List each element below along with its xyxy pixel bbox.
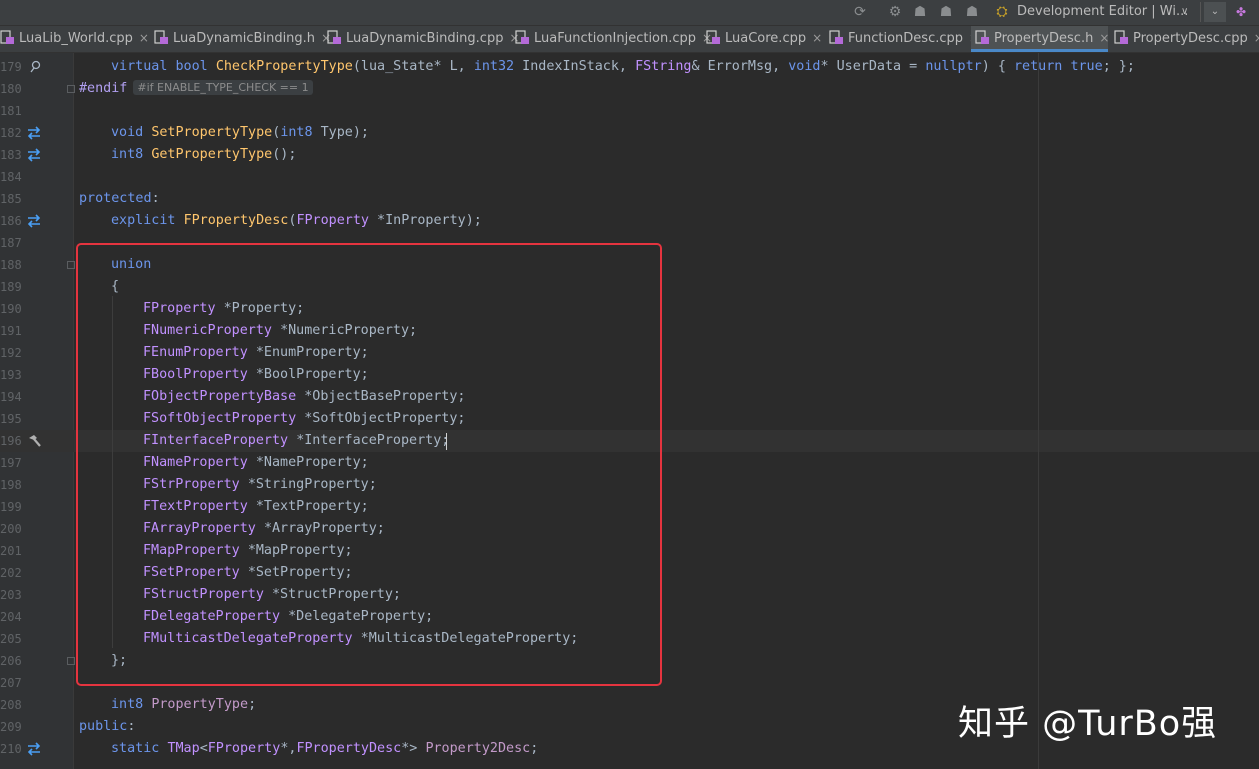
dropdown-button[interactable]: ⌄ [1204, 2, 1226, 22]
tab-label: LuaFunctionInjection.cpp [534, 31, 697, 46]
tab-luadynamicbinding-cpp[interactable]: LuaDynamicBinding.cpp × [323, 26, 520, 52]
highlight-annotation-box [76, 243, 662, 686]
line-number: 180 [0, 82, 22, 96]
editor-tab-bar: LuaLib_World.cpp × LuaDynamicBinding.h × Lua… [0, 26, 1259, 53]
line-number: 193 [0, 368, 22, 382]
cpp-file-icon [975, 30, 989, 44]
tab-propertydesc-cpp[interactable]: PropertyDesc.cpp × [1110, 26, 1259, 52]
fold-marker-icon[interactable] [67, 657, 75, 665]
cpp-file-icon [327, 30, 341, 44]
tab-label: LuaDynamicBinding.cpp [346, 31, 504, 46]
fold-marker-icon[interactable] [67, 85, 75, 93]
line-number: 181 [0, 104, 22, 118]
code-line-209[interactable]: public: [79, 716, 135, 738]
tab-label: LuaCore.cpp [725, 31, 807, 46]
toolbar-divider [1200, 2, 1201, 22]
tab-label: LuaLib_World.cpp [19, 31, 133, 46]
line-number: 185 [0, 192, 22, 206]
run-configuration-selector[interactable]: Development Editor | Wi... [1017, 0, 1188, 25]
close-icon[interactable]: × [1254, 31, 1259, 45]
line-number: 184 [0, 170, 22, 184]
line-number: 207 [0, 676, 22, 690]
build-icon[interactable]: ⚙ [886, 3, 904, 21]
line-number: 206 [0, 654, 22, 668]
line-number: 189 [0, 280, 22, 294]
close-icon[interactable]: × [139, 31, 149, 45]
cpp-file-icon [154, 30, 168, 44]
line-number: 200 [0, 522, 22, 536]
code-line-186[interactable]: explicit FPropertyDesc(FProperty *InProp… [111, 210, 482, 232]
line-number: 208 [0, 698, 22, 712]
debug-icon[interactable]: ☗ [911, 3, 929, 21]
top-toolbar: ⟳ ⚙ ☗ ☗ ☗ ⛭ Development Editor | Wi... ∨… [0, 0, 1259, 26]
tab-propertydesc-h[interactable]: PropertyDesc.h × [971, 26, 1109, 52]
line-number: 186 [0, 214, 22, 228]
preprocessor-hint: #if ENABLE_TYPE_CHECK == 1 [133, 80, 313, 95]
tab-functiondesc-cpp[interactable]: FunctionDesc.cpp× [825, 26, 979, 52]
tab-label: LuaDynamicBinding.h [173, 31, 316, 46]
tab-luacore-cpp[interactable]: LuaCore.cpp × [702, 26, 822, 52]
text-cursor [446, 433, 447, 450]
navigate-implementation-icon[interactable] [26, 213, 42, 229]
line-number: 190 [0, 302, 22, 316]
close-icon[interactable]: × [1099, 31, 1109, 45]
unreal-icon: ⛭ [996, 4, 1008, 20]
code-line-208[interactable]: int8 PropertyType; [111, 694, 256, 716]
close-icon[interactable]: × [812, 31, 822, 45]
cpp-file-icon [706, 30, 720, 44]
line-number: 201 [0, 544, 22, 558]
code-line-210[interactable]: static TMap<FProperty*,FPropertyDesc*> P… [111, 738, 538, 760]
navigate-implementation-icon[interactable] [26, 147, 42, 163]
line-number: 210 [0, 742, 22, 756]
code-line-179[interactable]: virtual bool CheckPropertyType(lua_State… [111, 56, 1135, 78]
tab-luafunctioninjection-cpp[interactable]: LuaFunctionInjection.cpp × [511, 26, 712, 52]
run-config-icon[interactable]: ☗ [963, 3, 981, 21]
plugin-icon[interactable]: ✤ [1236, 0, 1246, 24]
line-number: 196 [0, 434, 22, 448]
cpp-file-icon [829, 30, 843, 44]
hammer-icon[interactable] [26, 433, 42, 449]
line-number: 179 [0, 60, 22, 74]
line-number: 202 [0, 566, 22, 580]
line-number: 195 [0, 412, 22, 426]
tab-label: FunctionDesc.cpp [848, 31, 964, 46]
line-number: 187 [0, 236, 22, 250]
code-line-182[interactable]: void SetPropertyType(int8 Type); [111, 122, 369, 144]
line-number: 182 [0, 126, 22, 140]
navigate-implementation-icon[interactable] [26, 125, 42, 141]
line-number: 209 [0, 720, 22, 734]
cpp-file-icon [515, 30, 529, 44]
watermark: 知乎 @TurBo强 [958, 704, 1218, 744]
line-number: 199 [0, 500, 22, 514]
chevron-down-icon[interactable]: ∨ [1181, 0, 1188, 24]
line-number: 188 [0, 258, 22, 272]
right-margin-guide [1038, 53, 1039, 769]
line-number: 203 [0, 588, 22, 602]
tab-label: PropertyDesc.h [994, 31, 1094, 46]
fold-marker-icon[interactable] [67, 261, 75, 269]
profile-icon[interactable]: ☗ [937, 3, 955, 21]
line-number: 204 [0, 610, 22, 624]
tab-label: PropertyDesc.cpp [1133, 31, 1248, 46]
override-marker-icon[interactable] [26, 59, 42, 75]
line-number: 205 [0, 632, 22, 646]
cpp-file-icon [1114, 30, 1128, 44]
cpp-file-icon [0, 30, 14, 44]
line-number: 192 [0, 346, 22, 360]
code-line-183[interactable]: int8 GetPropertyType(); [111, 144, 296, 166]
line-number: 194 [0, 390, 22, 404]
line-number: 183 [0, 148, 22, 162]
tab-luadynamicbinding-h[interactable]: LuaDynamicBinding.h × [150, 26, 331, 52]
line-number: 197 [0, 456, 22, 470]
tab-lualib-world-cpp[interactable]: LuaLib_World.cpp × [0, 26, 149, 52]
navigate-implementation-icon[interactable] [26, 741, 42, 757]
line-number: 198 [0, 478, 22, 492]
line-number: 191 [0, 324, 22, 338]
refresh-icon[interactable]: ⟳ [851, 3, 869, 21]
code-line-185[interactable]: protected: [79, 188, 160, 210]
code-line-180[interactable]: #endif #if ENABLE_TYPE_CHECK == 1 [79, 78, 313, 100]
